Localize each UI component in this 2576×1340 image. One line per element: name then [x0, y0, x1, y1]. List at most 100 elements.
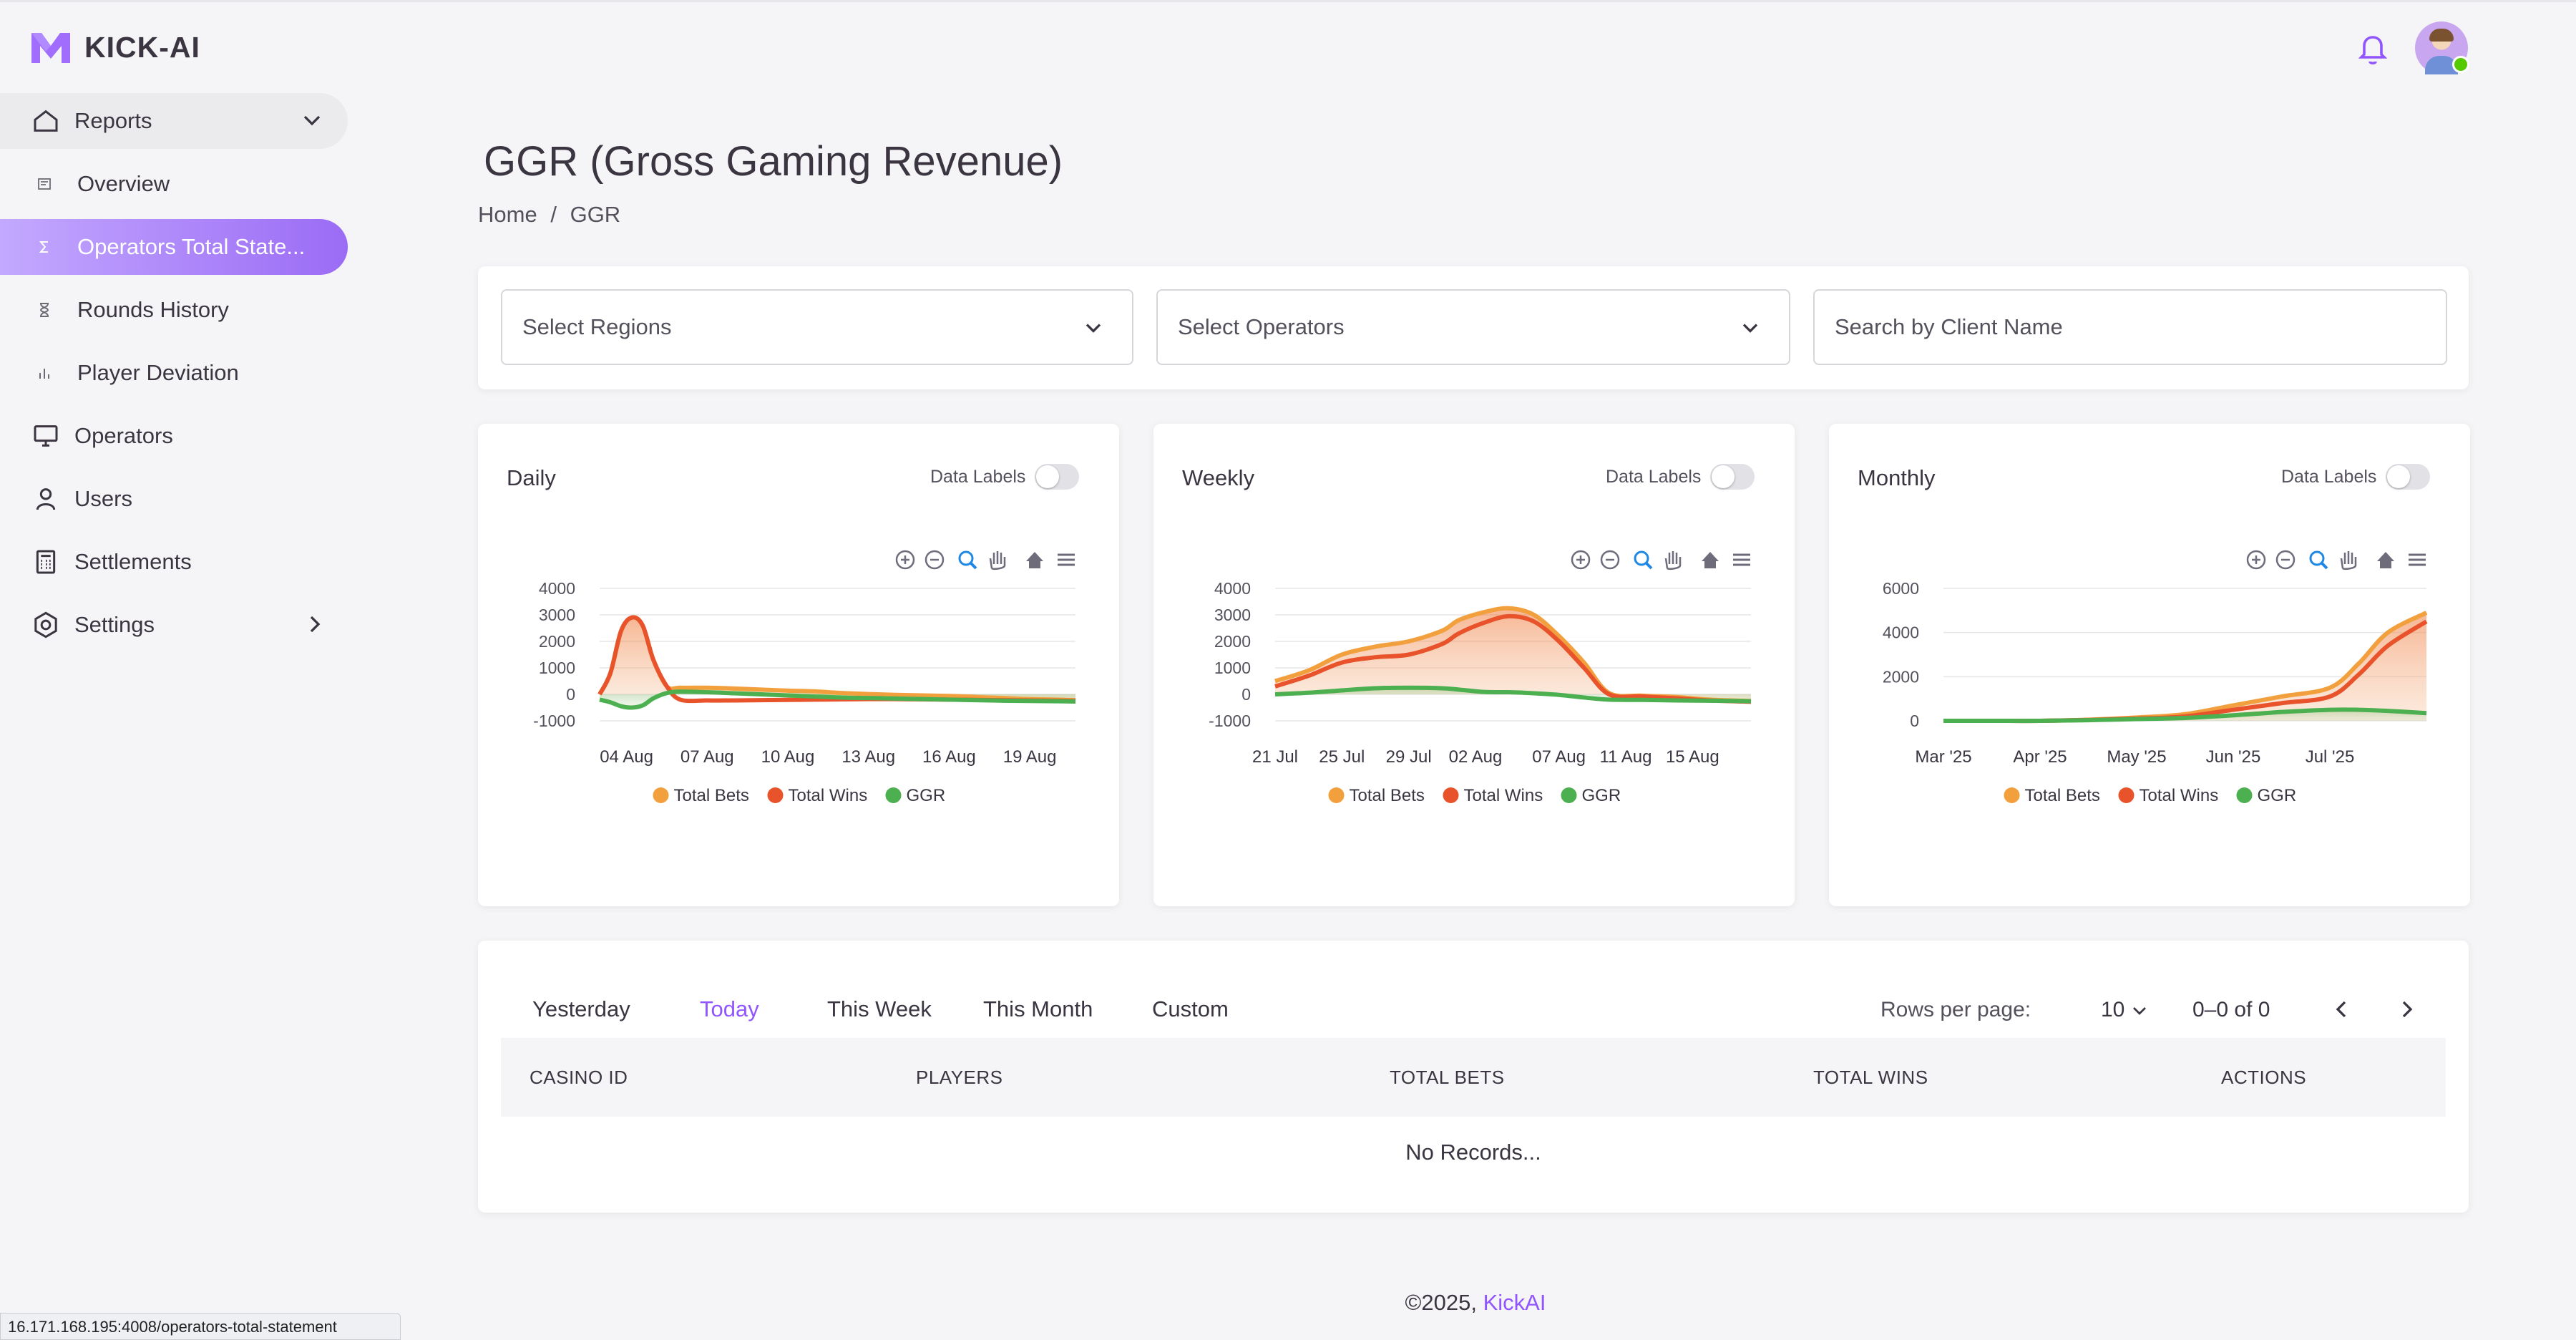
- y-tick-label: 4000: [1214, 579, 1251, 598]
- footer-brand-link[interactable]: KickAI: [1483, 1290, 1546, 1315]
- legend-label[interactable]: Total Bets: [674, 786, 749, 805]
- x-tick-label: 04 Aug: [600, 747, 653, 767]
- chart-title: Daily: [507, 465, 556, 490]
- pan-hand-icon[interactable]: [2340, 551, 2357, 571]
- select-operators[interactable]: Select Operators: [1156, 289, 1790, 365]
- legend-label[interactable]: GGR: [907, 786, 946, 805]
- sidebar-item-player-deviation[interactable]: Player Deviation: [0, 345, 351, 401]
- data-labels-toggle[interactable]: [1710, 464, 1755, 490]
- column-header: CASINO ID: [530, 1067, 628, 1088]
- chevron-right-icon[interactable]: [2393, 995, 2421, 1024]
- series-line-total-bets: [597, 615, 1076, 703]
- chevron-down-icon[interactable]: [2128, 999, 2151, 1022]
- sidebar-item-settlements[interactable]: Settlements: [0, 534, 351, 590]
- legend-label[interactable]: Total Wins: [789, 786, 868, 805]
- reset-home-icon[interactable]: [1026, 552, 1043, 568]
- select-regions-label: Select Regions: [522, 314, 672, 339]
- x-tick-label: 16 Aug: [922, 747, 976, 767]
- chart-title: Weekly: [1182, 465, 1255, 490]
- zoom-select-icon[interactable]: [2309, 550, 2328, 570]
- y-tick-label: -1000: [1209, 712, 1251, 730]
- sidebar: Reports Overview Operators Total State..…: [0, 93, 351, 660]
- chart-title: Monthly: [1858, 465, 1936, 490]
- x-tick-label: 13 Aug: [841, 747, 895, 767]
- x-tick-label: May '25: [2107, 747, 2166, 767]
- browser-status-url: 16.171.168.195:4008/operators-total-stat…: [0, 1313, 401, 1340]
- tab-custom[interactable]: Custom: [1152, 996, 1229, 1022]
- sidebar-item-settings[interactable]: Settings: [0, 597, 351, 653]
- rows-per-page-select[interactable]: 10: [2101, 998, 2124, 1022]
- x-tick-label: 21 Jul: [1252, 747, 1298, 767]
- chart-toolbar[interactable]: [1571, 550, 1750, 571]
- data-labels-label: Data Labels: [1606, 467, 1702, 487]
- avatar[interactable]: [2415, 21, 2469, 74]
- x-tick-label: 10 Aug: [761, 747, 815, 767]
- legend-label[interactable]: GGR: [1582, 786, 1621, 805]
- zoom-select-icon[interactable]: [958, 550, 977, 570]
- chevron-left-icon[interactable]: [2327, 995, 2356, 1024]
- sidebar-item-operators-total-statement[interactable]: Operators Total State...: [0, 219, 348, 275]
- sidebar-item-overview[interactable]: Overview: [0, 156, 351, 212]
- zoom-in-icon[interactable]: [1571, 550, 1591, 570]
- zoom-in-icon[interactable]: [895, 550, 915, 570]
- legend-marker: [1561, 787, 1577, 803]
- zoom-out-icon[interactable]: [1600, 550, 1620, 570]
- legend-label[interactable]: Total Wins: [1464, 786, 1543, 805]
- client-search-input[interactable]: Search by Client Name: [1813, 289, 2447, 365]
- sidebar-item-operators[interactable]: Operators: [0, 408, 351, 464]
- chart-menu-icon[interactable]: [2409, 553, 2426, 566]
- avatar-hair: [2429, 29, 2454, 42]
- legend-label[interactable]: Total Bets: [1350, 786, 1425, 805]
- weekly-chart: 4000 3000 2000 1000 0 -100021 Jul 25 Jul 29 Jul…: [1209, 550, 1752, 805]
- data-labels-label: Data Labels: [2281, 467, 2377, 487]
- zoom-select-icon[interactable]: [1634, 550, 1653, 570]
- chart-menu-icon[interactable]: [1058, 553, 1075, 566]
- tab-yesterday[interactable]: Yesterday: [532, 996, 630, 1022]
- legend-label[interactable]: GGR: [2258, 786, 2297, 805]
- x-tick-label: 19 Aug: [1003, 747, 1057, 767]
- breadcrumb-separator: /: [550, 202, 557, 227]
- x-tick-label: Mar '25: [1915, 747, 1971, 767]
- zoom-out-icon[interactable]: [2275, 550, 2296, 570]
- data-labels-toggle[interactable]: [2386, 464, 2430, 490]
- x-tick-label: 07 Aug: [680, 747, 734, 767]
- rows-per-page-label: Rows per page:: [1880, 998, 2031, 1021]
- reset-home-icon[interactable]: [2377, 552, 2394, 568]
- tab-today[interactable]: Today: [700, 996, 759, 1022]
- table-header: CASINO ID PLAYERS TOTAL BETS TOTAL WINS …: [501, 1038, 2446, 1117]
- chart-toolbar[interactable]: [895, 550, 1075, 571]
- tab-this-week[interactable]: This Week: [827, 996, 932, 1022]
- data-labels-toggle[interactable]: [1035, 464, 1079, 490]
- sidebar-item-label: Reports: [74, 108, 152, 133]
- select-regions[interactable]: Select Regions: [501, 289, 1133, 365]
- breadcrumb-home[interactable]: Home: [478, 202, 537, 227]
- app-brand[interactable]: KICK-AI: [30, 29, 200, 66]
- chart-menu-icon[interactable]: [1733, 553, 1750, 566]
- reset-home-icon[interactable]: [1702, 552, 1719, 568]
- notification-bell-icon[interactable]: [2356, 30, 2390, 67]
- sidebar-item-users[interactable]: Users: [0, 471, 351, 527]
- legend-label[interactable]: Total Bets: [2025, 786, 2100, 805]
- pan-hand-icon[interactable]: [1664, 551, 1682, 571]
- x-tick-label: 15 Aug: [1666, 747, 1719, 767]
- y-tick-label: 1000: [1214, 659, 1251, 677]
- daily-chart-card: Daily Data Labels 4000 3000 2000 1000 0 -1000…: [478, 424, 1119, 906]
- monthly-chart: 6000 4000 2000 0 Mar '25 Apr '25 May '25 Jun '2…: [1883, 550, 2428, 805]
- chart-toolbar[interactable]: [2246, 550, 2426, 571]
- chevron-down-icon: [1085, 324, 1101, 333]
- breadcrumb: Home / GGR: [478, 202, 628, 228]
- sidebar-item-reports[interactable]: Reports: [0, 93, 348, 149]
- app-name: KICK-AI: [84, 30, 200, 64]
- pan-hand-icon[interactable]: [989, 551, 1006, 571]
- tab-this-month[interactable]: This Month: [983, 996, 1093, 1022]
- zoom-in-icon[interactable]: [2246, 550, 2266, 570]
- legend-label[interactable]: Total Wins: [2140, 786, 2219, 805]
- x-tick-label: 11 Aug: [1600, 747, 1652, 767]
- pagination-info: 0–0 of 0: [2192, 998, 2270, 1021]
- legend-marker: [767, 787, 784, 803]
- online-status-dot: [2452, 56, 2469, 73]
- y-tick-label: 0: [1241, 685, 1251, 704]
- zoom-out-icon[interactable]: [924, 550, 945, 570]
- sidebar-item-rounds-history[interactable]: Rounds History: [0, 282, 351, 338]
- filters-card: Select Regions Select Operators Search b…: [478, 266, 2469, 389]
